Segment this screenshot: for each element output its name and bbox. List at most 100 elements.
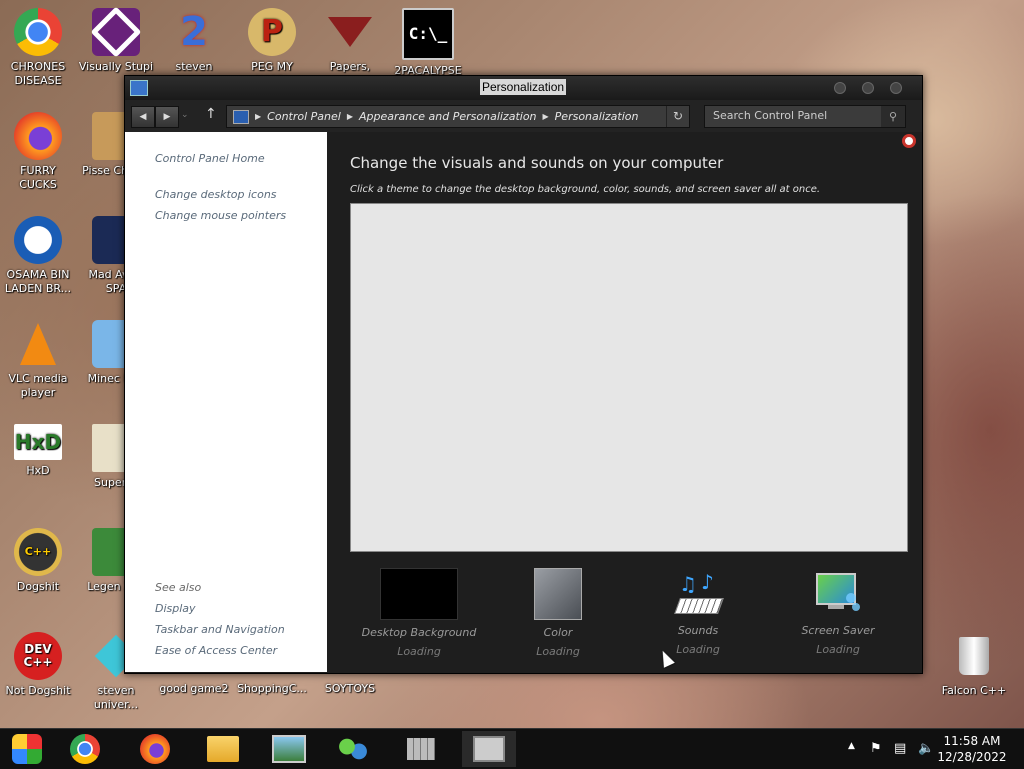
title-bar[interactable]: Personalization bbox=[125, 76, 922, 100]
navigation-bar: ◀ ▶ ⌄ ↑ ▶ Control Panel ▶ Appearance and… bbox=[125, 100, 922, 132]
dev-cpp-icon: DEV C++ bbox=[14, 632, 62, 680]
taskbar-personalization[interactable] bbox=[462, 731, 516, 767]
color-icon bbox=[534, 568, 582, 620]
up-button[interactable]: ↑ bbox=[205, 106, 217, 122]
sidebar-link-change-desktop-icons[interactable]: Change desktop icons bbox=[155, 188, 277, 201]
forward-button[interactable]: ▶ bbox=[155, 106, 179, 128]
desktop-icon-shopping[interactable]: ShoppingC... bbox=[234, 682, 310, 696]
up-arrow-icon: ↑ bbox=[205, 106, 217, 122]
search-input[interactable]: Search Control Panel bbox=[713, 109, 827, 122]
back-button[interactable]: ◀ bbox=[131, 106, 155, 128]
minimize-button[interactable] bbox=[834, 82, 846, 94]
chevron-up-icon: ▲ bbox=[848, 741, 855, 751]
cmd-icon: C:\_ bbox=[402, 8, 454, 60]
page-subheading: Click a theme to change the desktop back… bbox=[350, 184, 821, 195]
sounds-icon: ♫ ♪ bbox=[660, 568, 736, 618]
peg-icon: P bbox=[248, 8, 296, 56]
obama-logo-icon bbox=[14, 216, 62, 264]
tool-desktop-background[interactable]: Desktop Background Loading bbox=[349, 568, 489, 658]
search-button[interactable]: ⚲ bbox=[881, 106, 905, 127]
sidebar-link-ease-of-access[interactable]: Ease of Access Center bbox=[155, 644, 277, 657]
desktop-icon-dogshit[interactable]: C++ Dogshit bbox=[0, 528, 76, 594]
network-icon bbox=[338, 737, 368, 761]
taskbar: ▲ ⚑ ▤ 🔈 11:58 AM 12/28/2022 bbox=[0, 728, 1024, 769]
desktop-icon-vlc[interactable]: VLC media player bbox=[0, 320, 76, 400]
taskbar-chrome[interactable] bbox=[58, 731, 112, 767]
forward-arrow-icon: ▶ bbox=[163, 112, 171, 122]
theme-list[interactable] bbox=[350, 203, 908, 552]
sidebar-link-control-panel-home[interactable]: Control Panel Home bbox=[155, 152, 265, 165]
desktop-icon-falcon[interactable]: Falcon C++ bbox=[936, 632, 1012, 698]
steam-2-icon: 2 bbox=[180, 9, 208, 55]
control-panel-icon bbox=[233, 109, 249, 124]
desktop-icon-soytoys[interactable]: SOYTOYS bbox=[312, 682, 388, 696]
tool-sounds[interactable]: ♫ ♪ Sounds Loading bbox=[628, 568, 768, 656]
refresh-icon: ↻ bbox=[672, 109, 684, 123]
personalization-icon bbox=[473, 736, 505, 762]
sidebar-link-taskbar-navigation[interactable]: Taskbar and Navigation bbox=[155, 623, 285, 636]
breadcrumb-control-panel[interactable]: Control Panel bbox=[267, 110, 341, 123]
desktop-icon-steven[interactable]: 2 steven bbox=[156, 8, 232, 74]
taskbar-network[interactable] bbox=[326, 731, 380, 767]
control-panel-icon bbox=[407, 738, 435, 760]
main-content: Change the visuals and sounds on your co… bbox=[327, 132, 922, 673]
start-button[interactable] bbox=[0, 731, 54, 767]
breadcrumb-personalization[interactable]: Personalization bbox=[555, 110, 639, 123]
desktop-icon-goodgame[interactable]: good game2 bbox=[156, 682, 232, 696]
chevron-down-icon: ⌄ bbox=[181, 110, 189, 120]
address-bar[interactable]: ▶ Control Panel ▶ Appearance and Persona… bbox=[226, 105, 690, 128]
desktop-icon-hxd[interactable]: HxD HxD bbox=[0, 424, 76, 478]
tool-screen-saver[interactable]: Screen Saver Loading bbox=[768, 568, 908, 656]
vlc-icon bbox=[14, 320, 62, 368]
photos-icon bbox=[272, 735, 306, 763]
desktop-icon-osama[interactable]: OSAMA BIN LADEN BR... bbox=[0, 216, 76, 296]
taskbar-photos[interactable] bbox=[262, 731, 316, 767]
recycle-bin-icon bbox=[950, 632, 998, 680]
back-arrow-icon: ◀ bbox=[139, 112, 147, 122]
search-icon: ⚲ bbox=[888, 110, 898, 123]
taskbar-firefox[interactable] bbox=[128, 731, 182, 767]
page-heading: Change the visuals and sounds on your co… bbox=[350, 154, 724, 172]
visual-studio-icon bbox=[90, 6, 142, 58]
clock-date: 12/28/2022 bbox=[937, 750, 1007, 764]
desktop-icon-chrones[interactable]: CHRONES DISEASE bbox=[0, 8, 76, 88]
network-tray-icon[interactable]: ▤ bbox=[894, 741, 906, 756]
chrome-icon bbox=[14, 8, 62, 56]
desktop-background-icon bbox=[380, 568, 458, 620]
papers-please-icon bbox=[326, 8, 374, 56]
firefox-icon bbox=[140, 734, 170, 764]
desktop-icon-furry[interactable]: FURRY CUCKS bbox=[0, 112, 76, 192]
breadcrumb-separator-icon: ▶ bbox=[255, 112, 262, 121]
breadcrumb-separator-icon: ▶ bbox=[542, 112, 549, 121]
action-center-flag-icon[interactable]: ⚑ bbox=[870, 741, 882, 756]
recent-locations-button[interactable]: ⌄ bbox=[181, 110, 189, 120]
sidebar-link-change-mouse-pointers[interactable]: Change mouse pointers bbox=[155, 209, 286, 222]
desktop: CHRONES DISEASE FURRY CUCKS OSAMA BIN LA… bbox=[0, 0, 1024, 769]
breadcrumb-appearance[interactable]: Appearance and Personalization bbox=[359, 110, 537, 123]
help-icon[interactable] bbox=[902, 134, 916, 148]
see-also-heading: See also bbox=[155, 581, 202, 594]
sidebar: Control Panel Home Change desktop icons … bbox=[125, 132, 327, 672]
sidebar-link-display[interactable]: Display bbox=[155, 602, 196, 615]
taskbar-clock[interactable]: 11:58 AM 12/28/2022 bbox=[932, 733, 1012, 765]
desktop-icon-2pacalypse[interactable]: C:\_ 2PACALYPSE bbox=[390, 8, 466, 78]
refresh-button[interactable]: ↻ bbox=[666, 106, 689, 127]
desktop-icon-notdogshit[interactable]: DEV C++ Not Dogshit bbox=[0, 632, 76, 698]
desktop-icon-visually[interactable]: Visually Stupi bbox=[78, 6, 154, 74]
desktop-icon-papers[interactable]: Papers, bbox=[312, 8, 388, 74]
cpp-icon: C++ bbox=[14, 528, 62, 576]
firefox-icon bbox=[14, 112, 62, 160]
clock-time: 11:58 AM bbox=[943, 734, 1001, 748]
search-box[interactable]: Search Control Panel ⚲ bbox=[704, 105, 906, 128]
file-explorer-icon bbox=[207, 736, 239, 762]
taskbar-file-explorer[interactable] bbox=[196, 731, 250, 767]
window-title: Personalization bbox=[480, 79, 567, 95]
show-hidden-icons-button[interactable]: ▲ bbox=[848, 741, 855, 751]
taskbar-control-panel[interactable] bbox=[394, 731, 448, 767]
hxd-icon: HxD bbox=[14, 424, 62, 460]
breadcrumb-separator-icon: ▶ bbox=[346, 112, 353, 121]
close-button[interactable] bbox=[890, 82, 902, 94]
start-icon bbox=[12, 734, 42, 764]
maximize-button[interactable] bbox=[862, 82, 874, 94]
tool-color[interactable]: Color Loading bbox=[488, 568, 628, 658]
